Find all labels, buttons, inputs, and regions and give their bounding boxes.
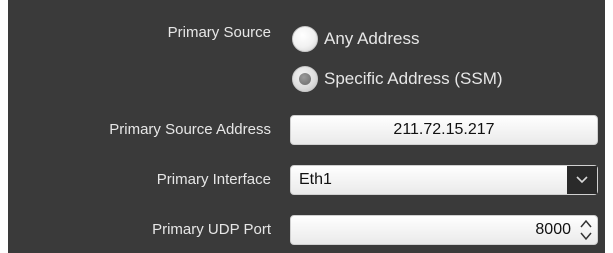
radio-specific-address[interactable]: Specific Address (SSM) xyxy=(292,64,503,94)
radio-any-address[interactable]: Any Address xyxy=(292,24,419,54)
primary-interface-value: Eth1 xyxy=(299,171,332,188)
spinner-arrows-icon xyxy=(580,219,592,241)
radio-label-any-address: Any Address xyxy=(324,29,420,48)
port-spinner[interactable] xyxy=(577,217,595,243)
primary-source-address-input[interactable]: 211.72.15.217 xyxy=(290,115,598,145)
primary-udp-port-input[interactable]: 8000 xyxy=(290,215,598,245)
primary-source-address-value: 211.72.15.217 xyxy=(393,121,495,138)
primary-udp-port-label: Primary UDP Port xyxy=(152,221,271,238)
dropdown-button[interactable] xyxy=(567,166,597,194)
radio-selected-dot xyxy=(299,73,311,85)
radio-button-specific-address[interactable] xyxy=(292,66,318,92)
primary-source-label: Primary Source xyxy=(167,24,271,41)
primary-source-address-label: Primary Source Address xyxy=(109,121,271,138)
primary-udp-port-value: 8000 xyxy=(535,221,571,238)
primary-interface-label: Primary Interface xyxy=(156,171,271,188)
settings-panel: Primary Source Any Address Specific Addr… xyxy=(8,0,605,253)
chevron-down-icon xyxy=(576,176,588,184)
radio-button-any-address[interactable] xyxy=(292,26,318,52)
radio-label-specific-address: Specific Address (SSM) xyxy=(324,69,503,88)
primary-interface-select[interactable]: Eth1 xyxy=(290,165,598,195)
